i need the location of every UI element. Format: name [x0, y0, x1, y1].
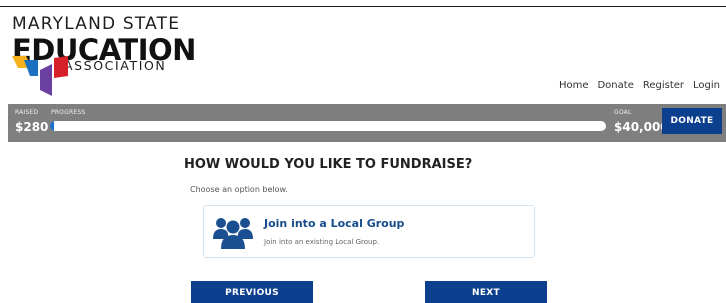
logo-text-maryland-state: MARYLAND STATE	[12, 14, 181, 34]
logo-mark-icon	[12, 56, 68, 96]
fundraising-progress-band: RAISED $280 PROGRESS GOAL $40,000 DONATE	[8, 104, 726, 142]
msea-logo[interactable]: MARYLAND STATE EDUCATION ASSOCIATION	[12, 14, 196, 98]
progress-label: PROGRESS	[51, 109, 86, 116]
nav-home-link[interactable]: Home	[559, 80, 589, 91]
raised-label: RAISED	[15, 109, 39, 116]
page-title: HOW WOULD YOU LIKE TO FUNDRAISE?	[184, 157, 473, 172]
nav-register-link[interactable]: Register	[643, 80, 684, 91]
next-button[interactable]: NEXT	[425, 281, 547, 303]
progress-fill	[50, 121, 54, 131]
donate-button[interactable]: DONATE	[662, 108, 722, 134]
logo-text-association: ASSOCIATION	[64, 58, 167, 73]
nav-login-link[interactable]: Login	[693, 80, 720, 91]
top-border	[0, 6, 726, 7]
group-icon	[213, 218, 253, 249]
previous-button[interactable]: PREVIOUS	[191, 281, 313, 303]
option-description: Join into an existing Local Group.	[264, 238, 380, 246]
progress-track	[50, 121, 606, 131]
goal-amount: $40,000	[614, 120, 669, 134]
option-join-local-group[interactable]: Join into a Local Group Join into an exi…	[203, 205, 535, 258]
top-nav: Home Donate Register Login	[559, 80, 720, 91]
raised-amount: $280	[15, 120, 49, 134]
goal-label: GOAL	[614, 109, 632, 116]
instruction-text: Choose an option below.	[190, 185, 288, 194]
nav-donate-link[interactable]: Donate	[597, 80, 633, 91]
option-title: Join into a Local Group	[264, 217, 405, 230]
